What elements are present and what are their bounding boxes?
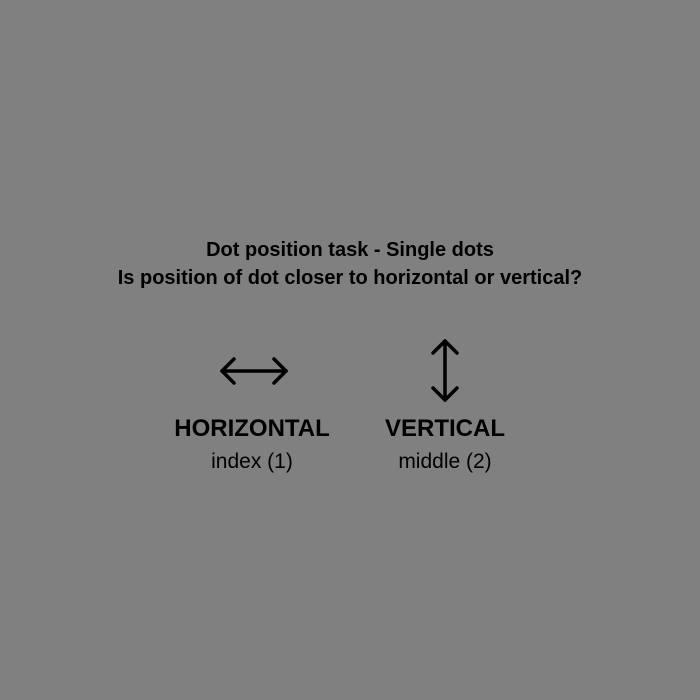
horizontal-label: HORIZONTAL xyxy=(174,415,330,442)
horizontal-key: index (1) xyxy=(211,450,293,473)
vertical-label: VERTICAL xyxy=(385,415,505,442)
instructions: Dot position task - Single dots Is posit… xyxy=(0,236,700,292)
task-question: Is position of dot closer to horizontal … xyxy=(117,267,583,289)
vertical-key: middle (2) xyxy=(398,450,492,473)
up-down-arrow-icon xyxy=(431,339,459,402)
task-title: Dot position task - Single dots xyxy=(206,239,494,261)
horizontal-icon-wrap xyxy=(152,330,352,406)
left-right-arrow-icon xyxy=(220,357,288,385)
vertical-icon-wrap xyxy=(345,330,545,406)
